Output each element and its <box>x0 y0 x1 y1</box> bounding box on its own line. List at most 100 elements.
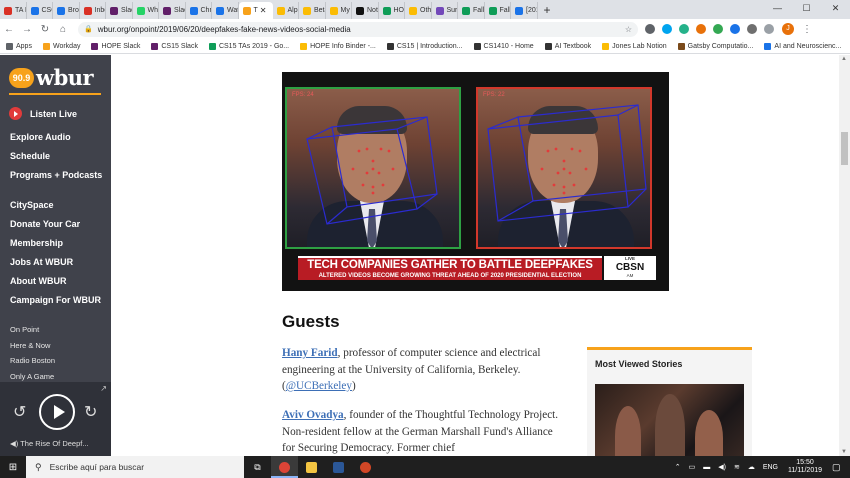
extension-icon[interactable] <box>662 24 672 34</box>
notification-icon[interactable]: ▢ <box>832 462 846 473</box>
guest-name-link[interactable]: Hany Farid <box>282 347 338 359</box>
wbur-logo[interactable]: 90.9 wbur <box>9 65 94 90</box>
extension-icon[interactable] <box>730 24 740 34</box>
bookmark-item[interactable]: Jones Lab Notion <box>602 42 667 50</box>
battery-icon[interactable]: ▬ <box>703 464 710 471</box>
now-playing[interactable]: ◀) The Rise Of Deepf... <box>10 439 89 448</box>
bookmark-item[interactable]: AI and Neuroscienc... <box>764 42 841 50</box>
extension-icon[interactable] <box>713 24 723 34</box>
windows-start-icon[interactable]: ⊞ <box>0 462 26 473</box>
scrollbar-thumb[interactable] <box>841 132 848 165</box>
bookmark-item[interactable]: CS15 | Introduction... <box>386 42 463 50</box>
bookmark-favicon-icon <box>42 42 50 50</box>
page-scrollbar[interactable]: ▲ ▼ <box>839 55 850 456</box>
bookmark-item[interactable]: HOPE Info Binder -... <box>300 42 376 50</box>
bookmark-item[interactable]: Workday <box>42 42 80 50</box>
guest-entry: Hany Farid, professor of computer scienc… <box>282 345 568 395</box>
browser-tab[interactable]: Surv <box>432 2 458 19</box>
onedrive-icon[interactable]: ☁ <box>748 463 755 471</box>
forward-arrow-icon[interactable]: → <box>18 24 36 35</box>
browser-tab[interactable]: HOF <box>379 2 405 19</box>
tray-overflow-icon[interactable]: ⌃ <box>675 463 681 471</box>
scroll-up-icon[interactable]: ▲ <box>841 56 847 62</box>
bookmark-item[interactable]: CS15 Slack <box>151 42 198 50</box>
browser-tab[interactable]: Slac <box>106 2 133 19</box>
bookmark-star-icon[interactable]: ☆ <box>625 25 632 34</box>
scroll-down-icon[interactable]: ▼ <box>841 449 847 455</box>
bookmark-item[interactable]: Gatsby Computatio... <box>677 42 753 50</box>
reload-icon[interactable]: ↻ <box>36 24 54 35</box>
url-field[interactable]: 🔒 wbur.org/onpoint/2019/06/20/deepfakes-… <box>78 21 638 37</box>
task-view-icon[interactable]: ⧉ <box>244 456 271 478</box>
listen-live-button[interactable]: Listen Live <box>9 107 77 120</box>
bookmark-item[interactable]: CS15 TAs 2019 - Go... <box>208 42 289 50</box>
browser-tab[interactable]: Noti <box>352 2 379 19</box>
extension-icon[interactable] <box>747 24 757 34</box>
browser-tab[interactable]: Chri <box>186 2 212 19</box>
twitter-handle-link[interactable]: @UCBerkeley <box>286 380 352 392</box>
browser-tab[interactable]: T ✕ <box>238 2 273 19</box>
bookmark-item[interactable]: CS1410 - Home <box>473 42 534 50</box>
browser-tab[interactable]: Wh <box>133 2 159 19</box>
guest-name-link[interactable]: Aviv Ovadya <box>282 409 344 421</box>
most-viewed-story-image[interactable] <box>595 384 744 456</box>
nav-donate-car[interactable]: Donate Your Car <box>10 215 101 234</box>
powerpoint-taskbar-icon[interactable] <box>352 456 379 478</box>
browser-tab[interactable]: Alph <box>273 2 299 19</box>
extension-icon[interactable] <box>696 24 706 34</box>
minimize-button[interactable]: — <box>763 0 792 17</box>
bookmark-item[interactable]: Apps <box>6 42 32 50</box>
rewind-icon[interactable]: ↺ <box>13 402 26 422</box>
browser-tab[interactable]: Wat <box>212 2 239 19</box>
taskbar-search-field[interactable]: ⚲ Escribe aquí para buscar <box>26 456 244 478</box>
extension-icon[interactable] <box>679 24 689 34</box>
nav-jobs[interactable]: Jobs At WBUR <box>10 253 101 272</box>
network-logo: LIVE CBSN AM <box>604 256 656 280</box>
play-button[interactable] <box>39 394 75 430</box>
nav-explore-audio[interactable]: Explore Audio <box>10 128 102 147</box>
file-explorer-taskbar-icon[interactable] <box>298 456 325 478</box>
browser-tab[interactable]: Oth <box>405 2 432 19</box>
nav-cityspace[interactable]: CitySpace <box>10 196 101 215</box>
volume-icon[interactable]: ◀) <box>718 463 726 471</box>
nav-about[interactable]: About WBUR <box>10 272 101 291</box>
taskbar-clock[interactable]: 15:50 11/11/2019 <box>788 459 822 476</box>
browser-tab[interactable]: [201 <box>511 2 538 19</box>
browser-tab[interactable]: Fall <box>485 2 511 19</box>
nav-membership[interactable]: Membership <box>10 234 101 253</box>
chrome-taskbar-icon[interactable] <box>271 456 298 478</box>
browser-tab[interactable]: Slac <box>159 2 186 19</box>
fast-forward-icon[interactable]: ↻ <box>84 402 97 422</box>
browser-tab[interactable]: My <box>326 2 352 19</box>
word-taskbar-icon[interactable] <box>325 456 352 478</box>
wifi-icon[interactable]: ≋ <box>734 463 740 471</box>
browser-tab[interactable]: TA H <box>0 2 27 19</box>
network-icon[interactable]: ▭ <box>689 463 696 471</box>
close-window-button[interactable]: ✕ <box>821 0 850 17</box>
home-icon[interactable]: ⌂ <box>54 24 72 35</box>
browser-tab[interactable]: CSC <box>27 2 53 19</box>
nav-schedule[interactable]: Schedule <box>10 147 102 166</box>
article-video[interactable]: FPS: 24 FPS: 22 TECH COMPANIES GATHER TO… <box>282 72 669 291</box>
bookmark-item[interactable]: HOPE Slack <box>91 42 140 50</box>
language-indicator[interactable]: ENG <box>763 464 778 471</box>
menu-kebab-icon[interactable]: ⋮ <box>802 24 812 35</box>
new-tab-button[interactable]: + <box>544 2 551 19</box>
browser-tab[interactable]: Fall <box>458 2 485 19</box>
back-arrow-icon[interactable]: ← <box>0 24 18 35</box>
nav-radio-boston[interactable]: Radio Boston <box>10 353 55 369</box>
profile-avatar[interactable]: J <box>782 23 794 35</box>
browser-tab[interactable]: Brow <box>53 2 80 19</box>
browser-tab[interactable]: Beta <box>299 2 326 19</box>
nav-programs-podcasts[interactable]: Programs + Podcasts <box>10 166 102 185</box>
tab-close-icon[interactable]: ✕ <box>260 6 267 15</box>
bookmark-item[interactable]: AI Textbook <box>544 42 591 50</box>
nav-campaign[interactable]: Campaign For WBUR <box>10 291 101 310</box>
nav-on-point[interactable]: On Point <box>10 322 55 338</box>
browser-tab[interactable]: Inbo <box>80 2 106 19</box>
expand-icon[interactable]: ↗ <box>100 384 107 393</box>
maximize-button[interactable]: ☐ <box>792 0 821 17</box>
nav-here-now[interactable]: Here & Now <box>10 338 55 354</box>
extension-icon[interactable] <box>764 24 774 34</box>
extension-icon[interactable] <box>645 24 655 34</box>
